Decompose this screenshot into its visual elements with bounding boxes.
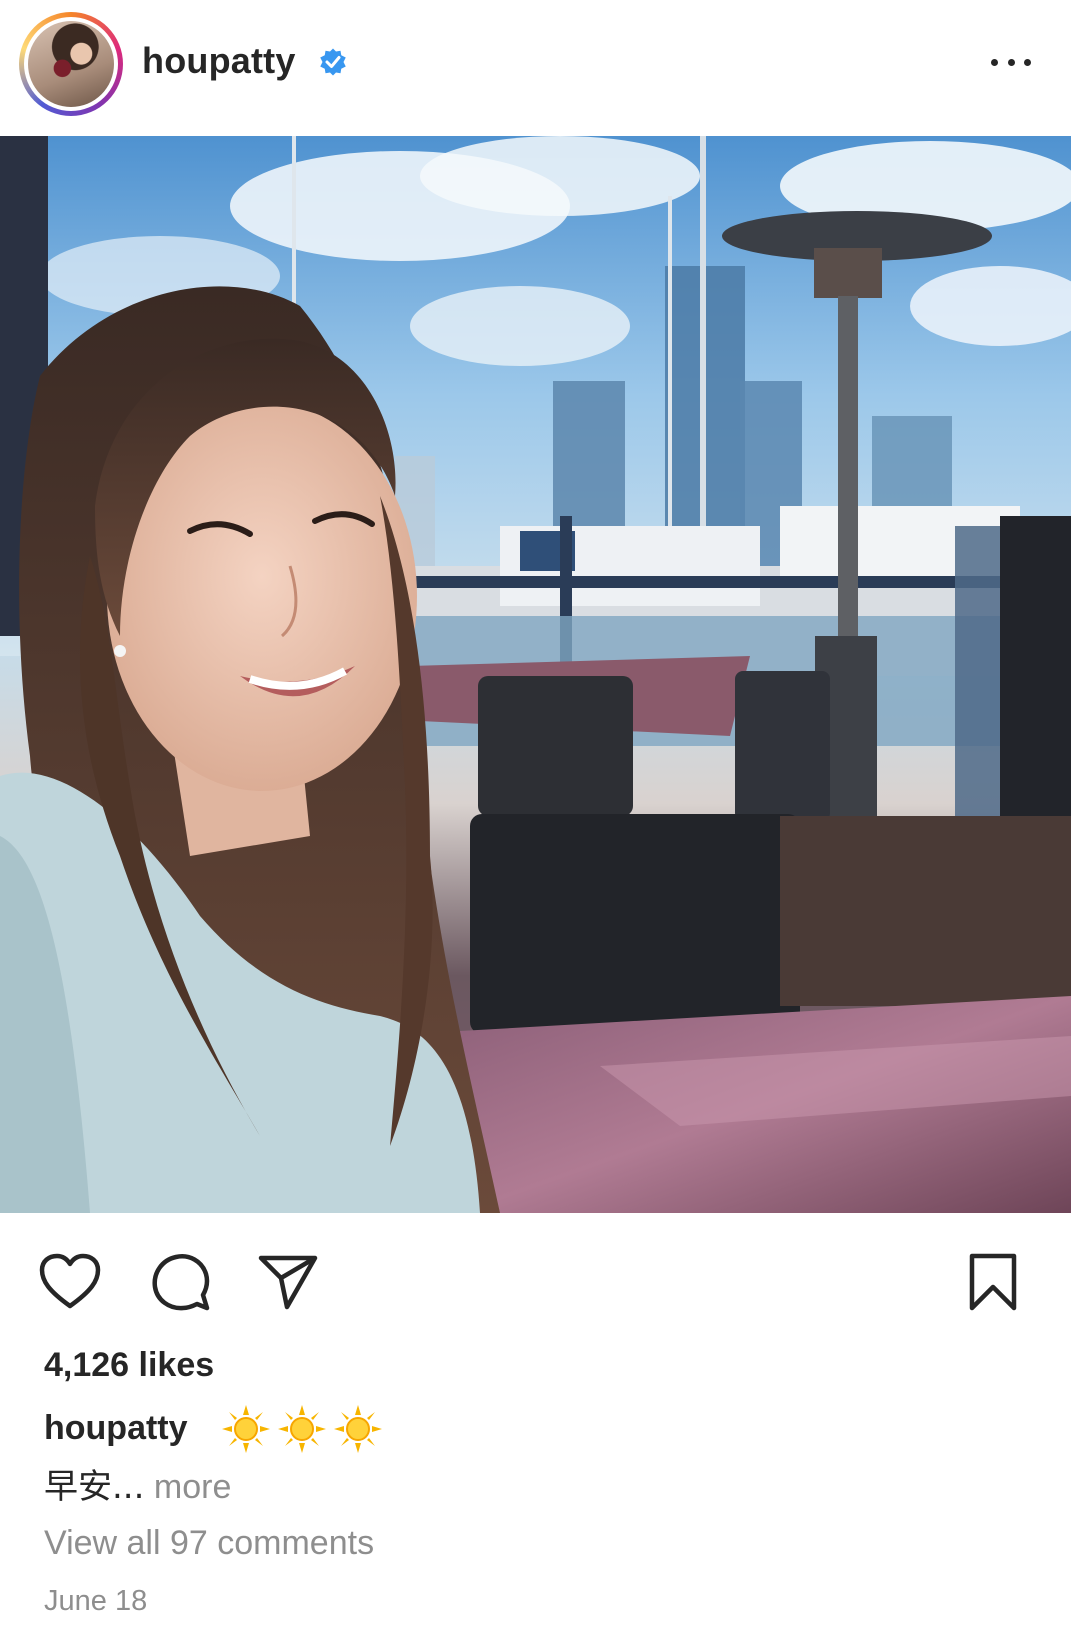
sun-icon [278, 1405, 326, 1453]
more-horizontal-icon [991, 58, 998, 66]
view-all-comments-link[interactable]: View all 97 comments [44, 1524, 374, 1563]
heart-icon [39, 1253, 101, 1309]
photo-illustration [0, 136, 1071, 1213]
post-photo[interactable] [0, 136, 1071, 1213]
send-icon [258, 1255, 318, 1310]
post-username[interactable]: houpatty [142, 40, 296, 82]
avatar[interactable] [19, 12, 123, 116]
caption-more-link[interactable]: more [144, 1468, 231, 1506]
caption-username[interactable]: houpatty [44, 1409, 188, 1448]
like-button[interactable] [35, 1247, 105, 1317]
avatar-image [28, 21, 114, 107]
share-button[interactable] [253, 1247, 323, 1317]
caption-text: 早安... more [44, 1459, 231, 1508]
sun-icon [334, 1405, 382, 1453]
comment-button[interactable] [145, 1247, 215, 1317]
post-date: June 18 [44, 1585, 148, 1617]
bookmark-icon [969, 1253, 1017, 1311]
more-options-button[interactable] [985, 44, 1037, 80]
caption-body: 早安... [44, 1467, 145, 1507]
comment-icon [152, 1254, 210, 1311]
likes-count[interactable]: 4,126 likes [44, 1346, 214, 1385]
save-button[interactable] [958, 1247, 1028, 1317]
verified-badge-icon [320, 48, 346, 76]
sun-icon [222, 1405, 270, 1453]
post-header: houpatty [0, 0, 1071, 136]
post-action-bar [0, 1213, 1071, 1343]
caption-emoji [222, 1405, 382, 1453]
